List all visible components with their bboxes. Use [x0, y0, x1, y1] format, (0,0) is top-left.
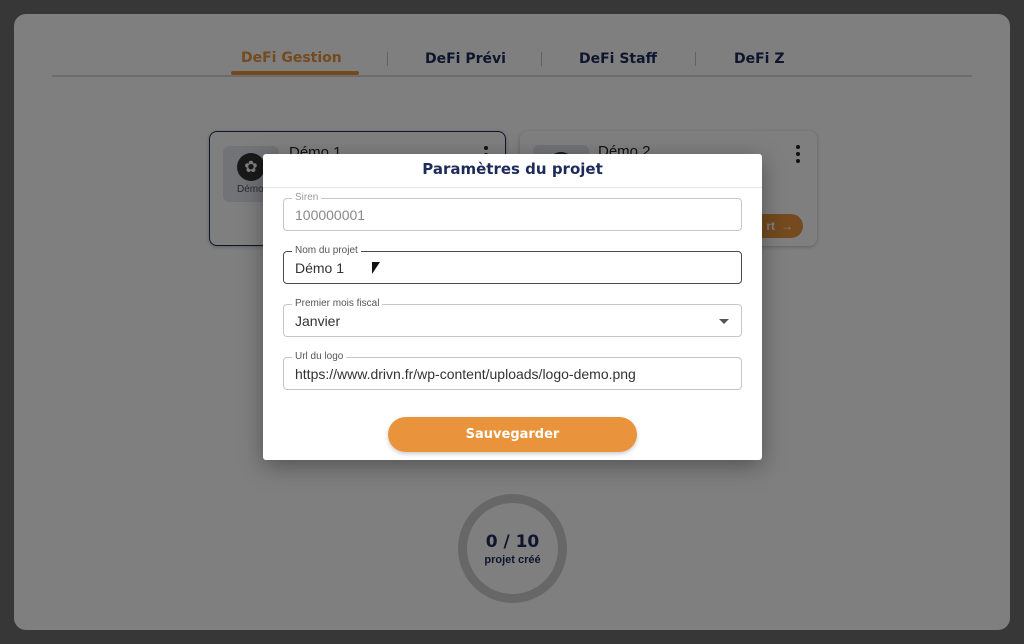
project-settings-dialog: Paramètres du projet Siren Nom du projet… [263, 154, 762, 460]
mouse-cursor-icon [372, 262, 380, 274]
logo-url-field[interactable]: Url du logo [283, 350, 742, 390]
logo-url-input[interactable] [295, 365, 715, 383]
fiscal-month-label: Premier mois fiscal [292, 297, 383, 311]
project-name-input[interactable] [295, 259, 715, 277]
dialog-divider [263, 187, 762, 188]
siren-field: Siren [283, 191, 742, 231]
dialog-title: Paramètres du projet [422, 160, 603, 178]
fiscal-month-value[interactable] [295, 312, 715, 330]
fiscal-month-select[interactable]: Premier mois fiscal [283, 297, 742, 337]
save-button[interactable]: Sauvegarder [388, 417, 637, 452]
siren-input [295, 206, 715, 224]
project-name-label: Nom du projet [292, 244, 361, 258]
project-name-field[interactable]: Nom du projet [283, 244, 742, 284]
siren-label: Siren [292, 191, 322, 205]
logo-url-label: Url du logo [292, 350, 347, 364]
chevron-down-icon[interactable] [719, 319, 729, 324]
